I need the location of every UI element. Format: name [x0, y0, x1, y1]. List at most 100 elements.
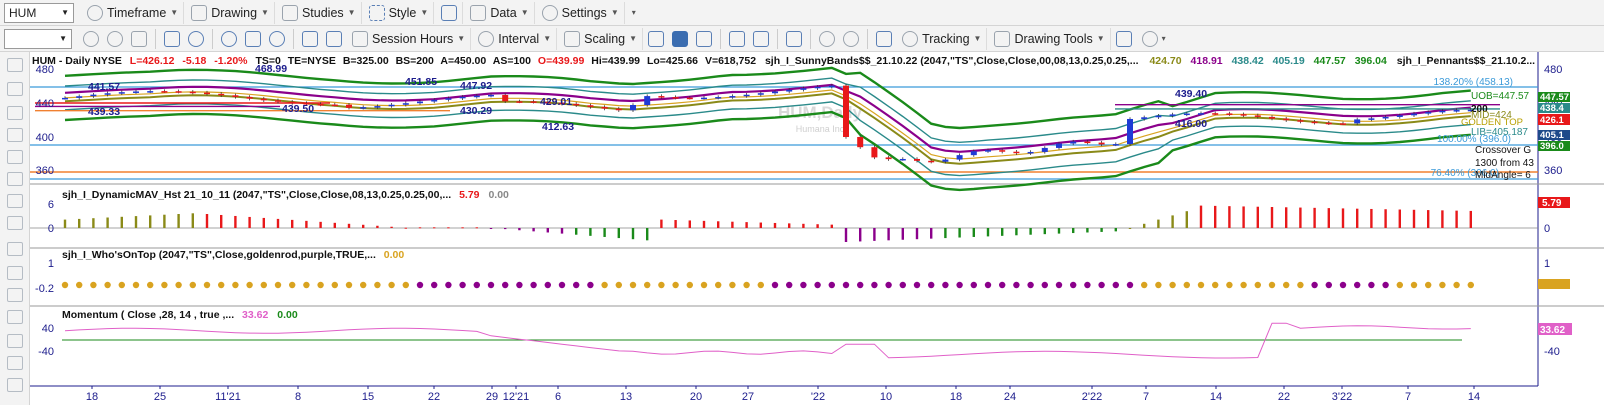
chart-options-menu[interactable]: ▾	[1137, 28, 1171, 50]
zoom-in-button[interactable]	[816, 28, 838, 50]
list-icon[interactable]	[7, 310, 23, 324]
symbol-input[interactable]: HUM ▼	[4, 2, 74, 23]
ring-icon[interactable]	[7, 334, 23, 348]
settings-label: Settings	[561, 5, 607, 20]
drawing-tools-menu[interactable]: Drawing Tools ▼	[989, 27, 1111, 50]
candle-body	[402, 103, 409, 105]
histogram-bar	[532, 228, 535, 232]
dynamic-mav-name[interactable]: sjh_I_DynamicMAV_Hst 21_10_11 (2047,"TS"…	[62, 189, 451, 201]
session-hours-menu[interactable]: Session Hours ▼	[347, 27, 472, 50]
grid-toggle-button[interactable]	[873, 28, 895, 50]
histogram-bar	[177, 214, 180, 228]
momentum-name[interactable]: Momentum ( Close ,28, 14 , true ,...	[62, 309, 234, 321]
channel-icon[interactable]	[7, 172, 23, 186]
study1-value-2: 418.91	[1191, 55, 1223, 67]
chevron-down-icon[interactable]: ▼	[61, 8, 69, 17]
measure-icon[interactable]	[7, 356, 23, 370]
time-tick-label: 3'22	[1332, 391, 1352, 403]
histogram-bar	[617, 228, 620, 239]
layout2-button[interactable]	[783, 28, 805, 50]
image-button[interactable]	[242, 28, 264, 50]
lookup-button[interactable]	[161, 28, 183, 50]
study1-label[interactable]: sjh_I_SunnyBands$$_21.10.22 (2047,"TS",C…	[765, 55, 1139, 67]
fib-icon[interactable]	[7, 194, 23, 208]
data-menu[interactable]: Data ▼	[465, 1, 535, 24]
tool-a-button[interactable]	[299, 28, 321, 50]
momentum-label[interactable]: Momentum ( Close ,28, 14 , true ,... 33.…	[62, 309, 298, 321]
zoom-out-button[interactable]	[840, 28, 862, 50]
zoom-in-bars-button[interactable]	[750, 28, 772, 50]
candle-chart-button[interactable]	[669, 28, 691, 50]
whos-on-top-dot	[1467, 281, 1475, 289]
whos-on-top-dot	[885, 281, 892, 289]
add-study-button[interactable]	[1113, 28, 1135, 50]
candle-body	[630, 104, 636, 111]
bars-expand-icon	[753, 30, 770, 47]
histogram-bar	[901, 228, 904, 240]
studies-menu[interactable]: Studies ▼	[277, 1, 362, 24]
study2-label[interactable]: sjh_I_Pennants$$_21.10.2...	[1397, 55, 1535, 67]
chart-area[interactable]: HUM,Daily Humana Inc 468.99 441.57 439.33 4…	[30, 52, 1604, 405]
candle-body	[757, 93, 764, 95]
trendline-icon[interactable]	[7, 106, 23, 120]
histogram-bar	[475, 227, 478, 229]
drawing-menu[interactable]: Drawing ▼	[186, 1, 275, 24]
histogram-bar	[92, 218, 95, 228]
bars-icon[interactable]	[7, 242, 23, 256]
zoom-out-bars-button[interactable]	[726, 28, 748, 50]
whos-on-top-name[interactable]: sjh_I_Who'sOnTop (2047,"TS",Close,golden…	[62, 249, 376, 261]
horizontal-line-icon[interactable]	[7, 128, 23, 142]
chevron-down-icon[interactable]: ▼	[59, 34, 67, 43]
table-button[interactable]	[128, 28, 150, 50]
settings-menu[interactable]: Settings ▼	[537, 1, 625, 24]
back-button[interactable]	[80, 28, 102, 50]
histogram-bar	[1128, 228, 1132, 229]
histogram-bar	[1384, 209, 1387, 228]
layout-button[interactable]	[436, 1, 464, 24]
chart-canvas[interactable]: HUM,Daily Humana Inc 468.99441.57439.33 4…	[30, 52, 1604, 405]
clock-icon	[87, 4, 103, 21]
histogram-bar	[390, 226, 393, 228]
arrow-icon[interactable]	[7, 150, 23, 164]
histogram-bar	[291, 219, 294, 228]
sync-button[interactable]	[218, 28, 240, 50]
bar-chart-button[interactable]	[645, 28, 667, 50]
price-label: 416.00	[1175, 118, 1207, 130]
pen-icon[interactable]	[7, 216, 23, 230]
style-menu[interactable]: Style ▼	[364, 1, 435, 24]
chevron-down-icon: ▼	[1096, 34, 1105, 43]
whos-on-top-dot	[743, 281, 750, 289]
scaling-menu[interactable]: Scaling ▼	[559, 27, 644, 50]
dynamic-mav-label[interactable]: sjh_I_DynamicMAV_Hst 21_10_11 (2047,"TS"…	[62, 189, 509, 201]
wrench-icon[interactable]	[7, 82, 23, 96]
scissors-icon[interactable]	[7, 378, 23, 392]
te-value: TE=NYSE	[288, 55, 336, 67]
overflow-menu[interactable]: ▾	[627, 2, 641, 24]
speed-button[interactable]	[185, 28, 207, 50]
time-tick-label: 13	[620, 391, 632, 403]
candle-body	[857, 137, 864, 148]
whos-on-top-dot	[757, 281, 764, 289]
interval-menu[interactable]: Interval ▼	[473, 27, 558, 50]
histogram-bar	[731, 221, 734, 228]
candle-body	[914, 158, 920, 161]
histogram-bar	[63, 219, 67, 228]
style-icon	[368, 4, 385, 21]
table-icon[interactable]	[7, 288, 23, 302]
link-button[interactable]	[266, 28, 288, 50]
candle-body	[62, 97, 68, 100]
crosshair-icon[interactable]	[7, 58, 23, 72]
interval-input[interactable]: ▼	[4, 28, 72, 49]
timeframe-menu[interactable]: Timeframe ▼	[82, 1, 185, 24]
whos-on-top-label[interactable]: sjh_I_Who'sOnTop (2047,"TS",Close,golden…	[62, 249, 404, 261]
histogram-bar	[1043, 228, 1046, 235]
histogram-bar	[1001, 228, 1004, 236]
hollow-candle-button[interactable]	[693, 28, 715, 50]
price-tag-lib-text: 405.1	[1540, 130, 1564, 141]
tool-b-button[interactable]	[323, 28, 345, 50]
grid-icon[interactable]	[7, 266, 23, 280]
midangle-label: MidAngle= 6	[1475, 170, 1531, 181]
histogram-bar	[986, 228, 990, 237]
forward-button[interactable]	[104, 28, 126, 50]
tracking-menu[interactable]: Tracking ▼	[897, 27, 988, 50]
